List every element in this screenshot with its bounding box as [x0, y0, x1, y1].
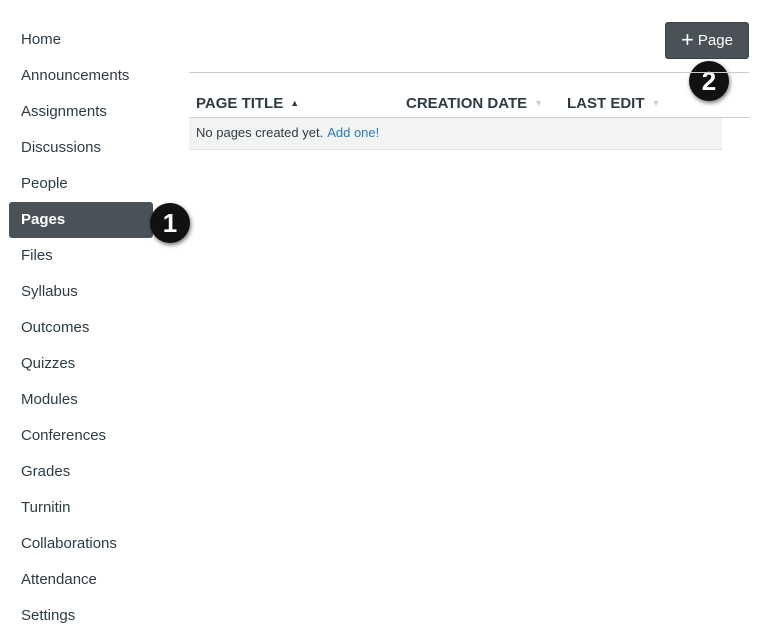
pages-table-header: PAGE TITLE ▲ CREATION DATE ▼ LAST EDIT ▼	[189, 89, 749, 118]
nav-item-conferences[interactable]: Conferences	[9, 418, 153, 454]
add-page-label: Page	[697, 32, 733, 49]
nav-item-attendance[interactable]: Attendance	[9, 562, 153, 598]
nav-item-modules[interactable]: Modules	[9, 382, 153, 418]
empty-state-message: No pages created yet.	[196, 125, 324, 140]
nav-item-settings[interactable]: Settings	[9, 598, 153, 634]
nav-item-turnitin[interactable]: Turnitin	[9, 490, 153, 526]
nav-item-home[interactable]: Home	[9, 22, 153, 58]
nav-item-quizzes[interactable]: Quizzes	[9, 346, 153, 382]
add-one-link[interactable]: Add one!	[327, 125, 379, 140]
callout-badge-1: 1	[150, 203, 190, 243]
nav-item-outcomes[interactable]: Outcomes	[9, 310, 153, 346]
nav-item-pages[interactable]: Pages	[9, 202, 153, 238]
column-header-label: PAGE TITLE	[196, 95, 284, 112]
column-header-creation-date[interactable]: CREATION DATE ▼	[406, 89, 543, 117]
nav-item-assignments[interactable]: Assignments	[9, 94, 153, 130]
sort-inactive-icon: ▼	[651, 98, 661, 108]
nav-item-announcements[interactable]: Announcements	[9, 58, 153, 94]
column-header-label: LAST EDIT	[567, 95, 645, 112]
nav-item-discussions[interactable]: Discussions	[9, 130, 153, 166]
nav-item-collaborations[interactable]: Collaborations	[9, 526, 153, 562]
column-header-page-title[interactable]: PAGE TITLE ▲	[196, 89, 299, 117]
nav-item-files[interactable]: Files	[9, 238, 153, 274]
add-page-button[interactable]: + Page	[665, 22, 749, 59]
column-header-last-edit[interactable]: LAST EDIT ▼	[567, 89, 660, 117]
sort-ascending-icon: ▲	[290, 98, 300, 108]
nav-item-grades[interactable]: Grades	[9, 454, 153, 490]
sort-inactive-icon: ▼	[534, 98, 544, 108]
course-navigation: Home Announcements Assignments Discussio…	[9, 22, 153, 634]
plus-icon: +	[681, 26, 694, 52]
empty-state-row: No pages created yet. Add one!	[189, 118, 722, 150]
nav-item-people[interactable]: People	[9, 166, 153, 202]
column-header-label: CREATION DATE	[406, 95, 528, 112]
header-divider	[189, 72, 749, 73]
nav-item-syllabus[interactable]: Syllabus	[9, 274, 153, 310]
